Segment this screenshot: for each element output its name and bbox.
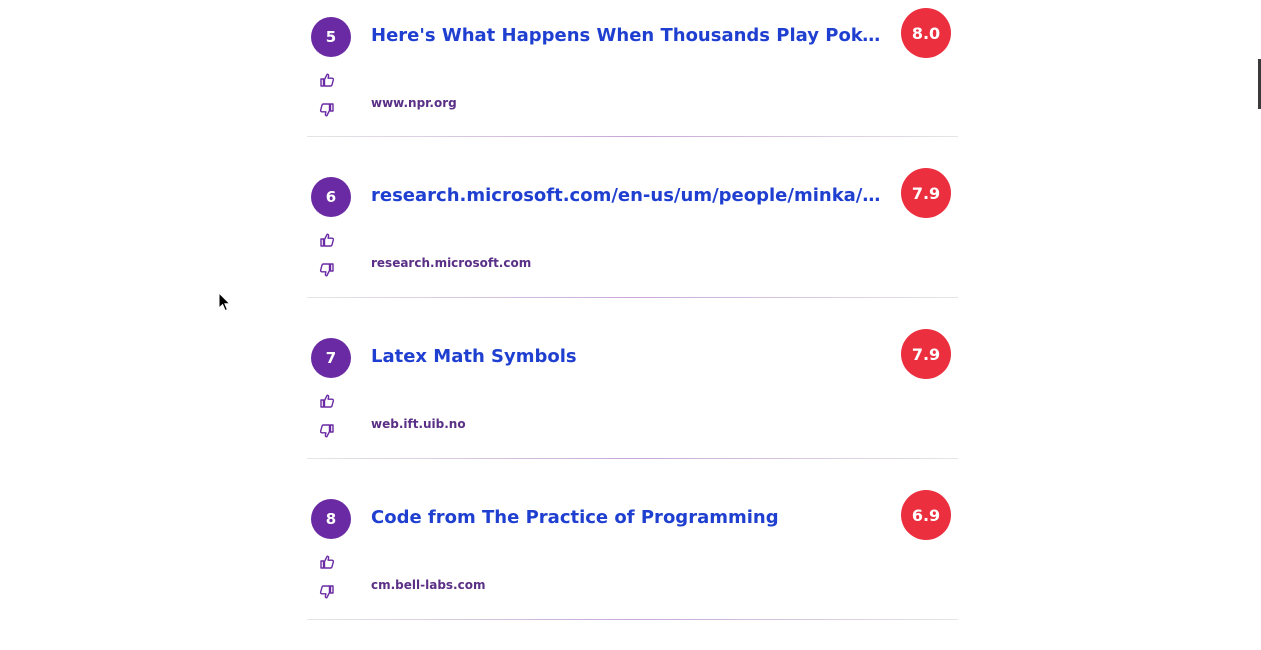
rank-badge: 7 [311, 338, 351, 378]
thumbs-down-icon[interactable] [319, 102, 335, 118]
story-list: 5 Here's What Happens When Thousands Pla… [307, 0, 958, 620]
page: 5 Here's What Happens When Thousands Pla… [0, 0, 1261, 650]
rank-badge: 8 [311, 499, 351, 539]
thumbs-up-icon[interactable] [319, 232, 335, 248]
score-badge: 6.9 [901, 490, 951, 540]
item-divider [307, 619, 958, 620]
score-badge: 7.9 [901, 329, 951, 379]
thumbs-down-icon[interactable] [319, 423, 335, 439]
score-badge: 7.9 [901, 168, 951, 218]
story-domain[interactable]: research.microsoft.com [371, 256, 531, 270]
rank-badge: 6 [311, 177, 351, 217]
story-title-link[interactable]: Here's What Happens When Thousands Play … [371, 25, 881, 46]
score-badge: 8.0 [901, 8, 951, 58]
story-title-link[interactable]: research.microsoft.com/en-us/um/people/m… [371, 185, 881, 206]
thumbs-up-icon[interactable] [319, 72, 335, 88]
list-item: 5 Here's What Happens When Thousands Pla… [307, 0, 958, 137]
list-item: 7 Latex Math Symbols 7.9 web.ift.uib.no [307, 298, 958, 459]
story-title-link[interactable]: Code from The Practice of Programming [371, 507, 881, 528]
thumbs-up-icon[interactable] [319, 554, 335, 570]
rank-badge: 5 [311, 17, 351, 57]
story-domain[interactable]: cm.bell-labs.com [371, 578, 485, 592]
list-item: 6 research.microsoft.com/en-us/um/people… [307, 137, 958, 298]
thumbs-down-icon[interactable] [319, 262, 335, 278]
story-domain[interactable]: web.ift.uib.no [371, 417, 466, 431]
thumbs-up-icon[interactable] [319, 393, 335, 409]
mouse-pointer-icon [218, 291, 232, 312]
story-domain[interactable]: www.npr.org [371, 96, 457, 110]
thumbs-down-icon[interactable] [319, 584, 335, 600]
list-item: 8 Code from The Practice of Programming … [307, 459, 958, 620]
story-title-link[interactable]: Latex Math Symbols [371, 346, 881, 367]
